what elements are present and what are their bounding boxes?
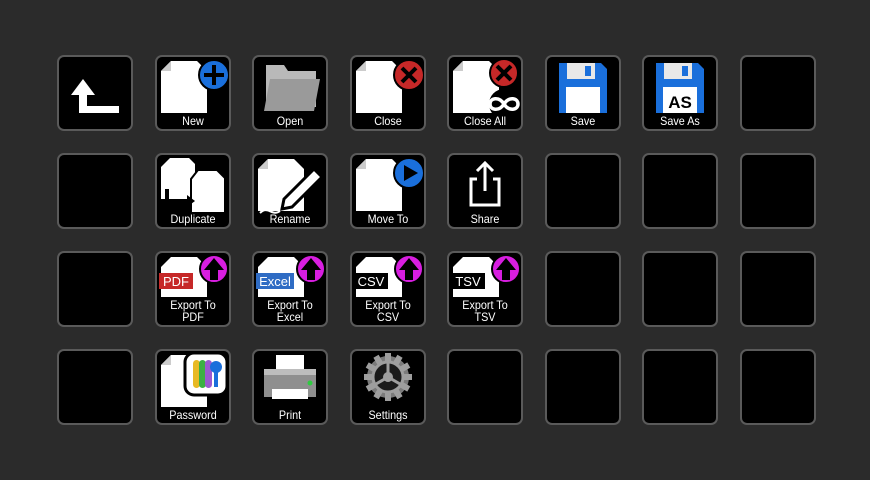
- move-to-key[interactable]: Move To: [349, 153, 426, 229]
- print-label: Print: [279, 408, 302, 422]
- new-label: New: [181, 114, 204, 128]
- export-tsv-label: Export To TSV: [453, 299, 518, 323]
- export-pdf-key[interactable]: PDF Export To PDF: [154, 251, 231, 327]
- empty-key-r4c1[interactable]: [57, 349, 133, 425]
- empty-key-r2c8[interactable]: [739, 153, 816, 229]
- share-label: Share: [470, 212, 500, 226]
- save-as-label: Save As: [660, 114, 701, 128]
- excel-badge: Excel: [259, 274, 291, 289]
- close-label: Close: [373, 114, 402, 128]
- export-pdf-label-line2: PDF: [181, 310, 204, 324]
- back-arrow-icon: [71, 79, 119, 113]
- pdf-badge: PDF: [163, 274, 189, 289]
- export-csv-key[interactable]: CSV Export To CSV: [349, 251, 426, 327]
- empty-key-r4c6[interactable]: [544, 349, 621, 425]
- export-excel-label-line2: Excel: [276, 310, 304, 324]
- open-key[interactable]: Open: [252, 55, 329, 131]
- save-as-key[interactable]: AS Save As: [642, 55, 719, 131]
- settings-label: Settings: [368, 408, 408, 422]
- close-key[interactable]: Close: [349, 55, 426, 131]
- empty-key-r4c7[interactable]: [642, 349, 719, 425]
- export-pdf-label: Export To PDF: [160, 299, 225, 323]
- export-tsv-key[interactable]: TSV Export To TSV: [447, 251, 524, 327]
- stream-deck-key-grid: New Open Close Close All Save AS Save As…: [57, 55, 816, 425]
- empty-key-r3c6[interactable]: [544, 251, 621, 327]
- empty-key-r3c1[interactable]: [57, 251, 133, 327]
- export-csv-label: Export To CSV: [355, 299, 420, 323]
- empty-key-r4c5[interactable]: [447, 349, 524, 425]
- export-excel-key[interactable]: Excel Export To Excel: [252, 251, 329, 327]
- empty-key-r4c8[interactable]: [739, 349, 816, 425]
- tsv-badge: TSV: [456, 274, 482, 289]
- export-excel-label: Export To Excel: [258, 299, 323, 323]
- empty-key-r2c6[interactable]: [544, 153, 621, 229]
- close-all-key[interactable]: Close All: [447, 55, 524, 131]
- close-all-label: Close All: [464, 114, 507, 128]
- print-key[interactable]: Print: [252, 349, 329, 425]
- export-csv-label-line2: CSV: [376, 310, 399, 324]
- set-password-label: Set Password: [168, 396, 217, 422]
- csv-badge: CSV: [357, 274, 384, 289]
- empty-key-r2c7[interactable]: [642, 153, 719, 229]
- empty-key-r3c8[interactable]: [739, 251, 816, 327]
- save-as-badge: AS: [669, 93, 693, 112]
- share-key[interactable]: Share: [447, 153, 524, 229]
- back-key[interactable]: [57, 55, 133, 131]
- duplicate-key[interactable]: Duplicate: [154, 153, 231, 229]
- set-password-key[interactable]: Set Password: [154, 349, 231, 425]
- empty-key-r1c8[interactable]: [739, 55, 816, 131]
- move-to-label: Move To: [367, 212, 408, 226]
- export-tsv-label-line2: TSV: [474, 310, 496, 324]
- save-label: Save: [570, 114, 596, 128]
- open-label: Open: [276, 114, 304, 128]
- empty-key-r2c1[interactable]: [57, 153, 133, 229]
- new-key[interactable]: New: [154, 55, 231, 131]
- save-key[interactable]: Save: [544, 55, 621, 131]
- settings-key[interactable]: Settings: [349, 349, 426, 425]
- duplicate-label: Duplicate: [170, 212, 216, 226]
- empty-key-r3c7[interactable]: [642, 251, 719, 327]
- rename-key[interactable]: Rename: [252, 153, 329, 229]
- rename-label: Rename: [269, 212, 311, 226]
